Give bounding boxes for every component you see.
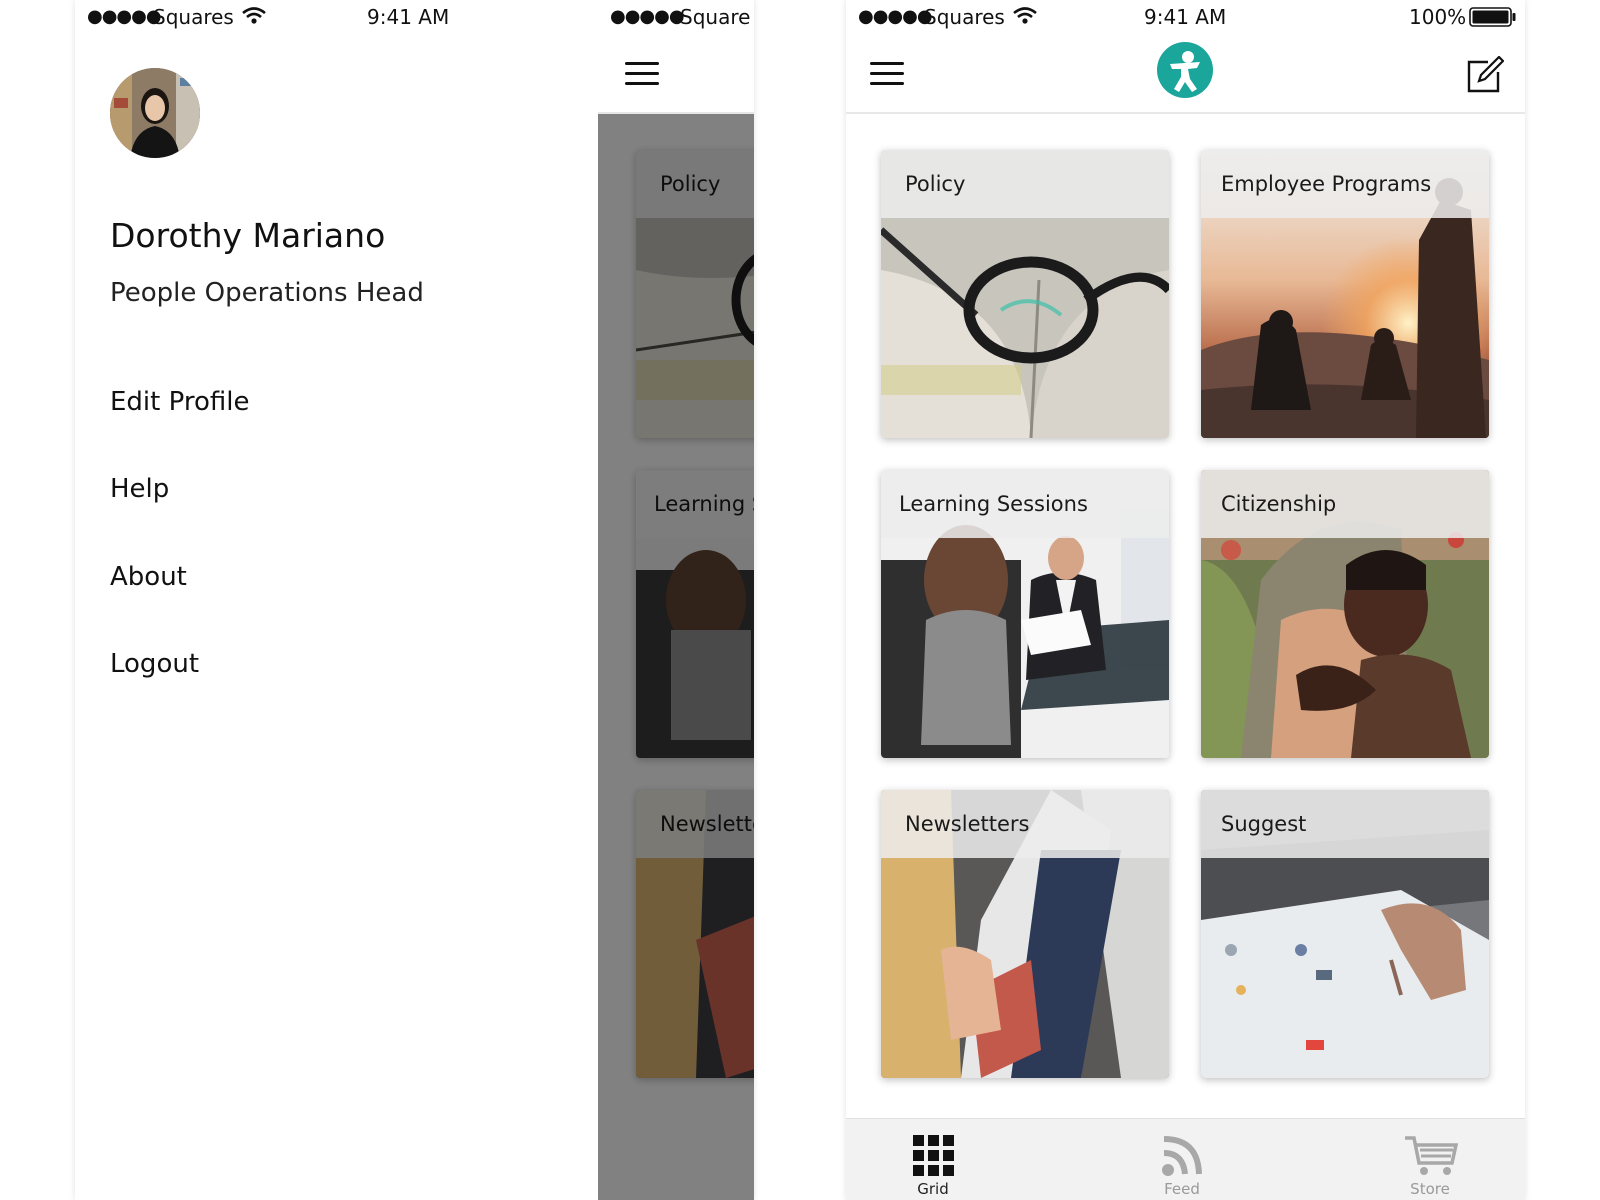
tile-label: Citizenship (1221, 492, 1337, 516)
battery-icon (1469, 7, 1516, 27)
person-logo-icon[interactable] (1157, 42, 1213, 98)
tile-label: Suggest (1221, 812, 1307, 836)
menu-item-edit-profile[interactable]: Edit Profile (110, 387, 249, 417)
tile-newsletters[interactable]: Newsletters (881, 790, 1169, 1078)
menu-item-help[interactable]: Help (110, 474, 169, 504)
avatar[interactable] (110, 68, 200, 158)
status-bar: ●●●●● Squares 9:41 AM 100% (846, 0, 1525, 36)
carrier-label: Squares (924, 5, 1005, 29)
tab-label: Feed (1164, 1180, 1200, 1198)
background-grid-view: Policy Learning S (598, 0, 754, 1200)
background-status-bar: ●●●●● Square (598, 0, 754, 36)
tile-label: Employee Programs (1221, 172, 1432, 196)
tile-learning-sessions[interactable]: Learning Sessions (881, 470, 1169, 758)
carrier-label: Squares (153, 5, 234, 29)
signal-dots-icon: ●●●●● (858, 6, 933, 27)
tab-store[interactable]: Store (1370, 1119, 1490, 1200)
navigation-bar (846, 36, 1525, 114)
clock-time: 9:41 AM (1144, 5, 1227, 29)
tile-label: Newsletters (905, 812, 1030, 836)
right-phone-screen: ●●●●● Squares 9:41 AM 100% Policy Employ… (846, 0, 1525, 1200)
wifi-icon (1013, 7, 1037, 24)
left-phone-screen: Policy Learning S (75, 0, 754, 1200)
clock-time: 9:41 AM (367, 5, 450, 29)
menu-item-logout[interactable]: Logout (110, 649, 199, 679)
cart-icon (1405, 1136, 1458, 1175)
carrier-label: Square (680, 5, 751, 29)
signal-dots-icon: ●●●●● (610, 6, 685, 27)
logo-figure (1170, 51, 1200, 92)
tile-employee-programs[interactable]: Employee Programs (1201, 150, 1489, 438)
grid-icon (913, 1135, 954, 1176)
tile-citizenship[interactable]: Citizenship (1201, 470, 1489, 758)
tile-policy[interactable]: Policy (881, 150, 1169, 438)
compose-icon[interactable] (1466, 56, 1504, 94)
menu-item-about[interactable]: About (110, 562, 187, 592)
user-role: People Operations Head (110, 278, 424, 308)
category-grid: Policy Employee Programs Learning Sessio… (846, 114, 1525, 1118)
profile-photo (110, 68, 200, 158)
tab-feed[interactable]: Feed (1122, 1119, 1242, 1200)
side-drawer: ●●●●● Squares 9:41 AM Dorothy Mariano Pe… (75, 0, 598, 1200)
tab-label: Store (1410, 1180, 1450, 1198)
rss-feed-icon (1162, 1136, 1202, 1176)
tab-label: Grid (917, 1180, 949, 1198)
tile-suggest[interactable]: Suggest (1201, 790, 1489, 1078)
hamburger-menu-icon[interactable] (625, 62, 659, 88)
tile-label: Policy (905, 172, 966, 196)
drawer-dim-overlay[interactable] (598, 114, 754, 1200)
hamburger-menu-icon[interactable] (870, 62, 904, 88)
battery-percent: 100% (1409, 5, 1467, 29)
tab-grid[interactable]: Grid (873, 1119, 993, 1200)
user-name: Dorothy Mariano (110, 216, 386, 255)
wifi-icon (242, 7, 266, 24)
signal-dots-icon: ●●●●● (87, 6, 162, 27)
tab-bar: Grid Feed Store (846, 1118, 1525, 1200)
tile-label: Learning Sessions (899, 492, 1088, 516)
status-bar: ●●●●● Squares 9:41 AM (75, 0, 598, 36)
